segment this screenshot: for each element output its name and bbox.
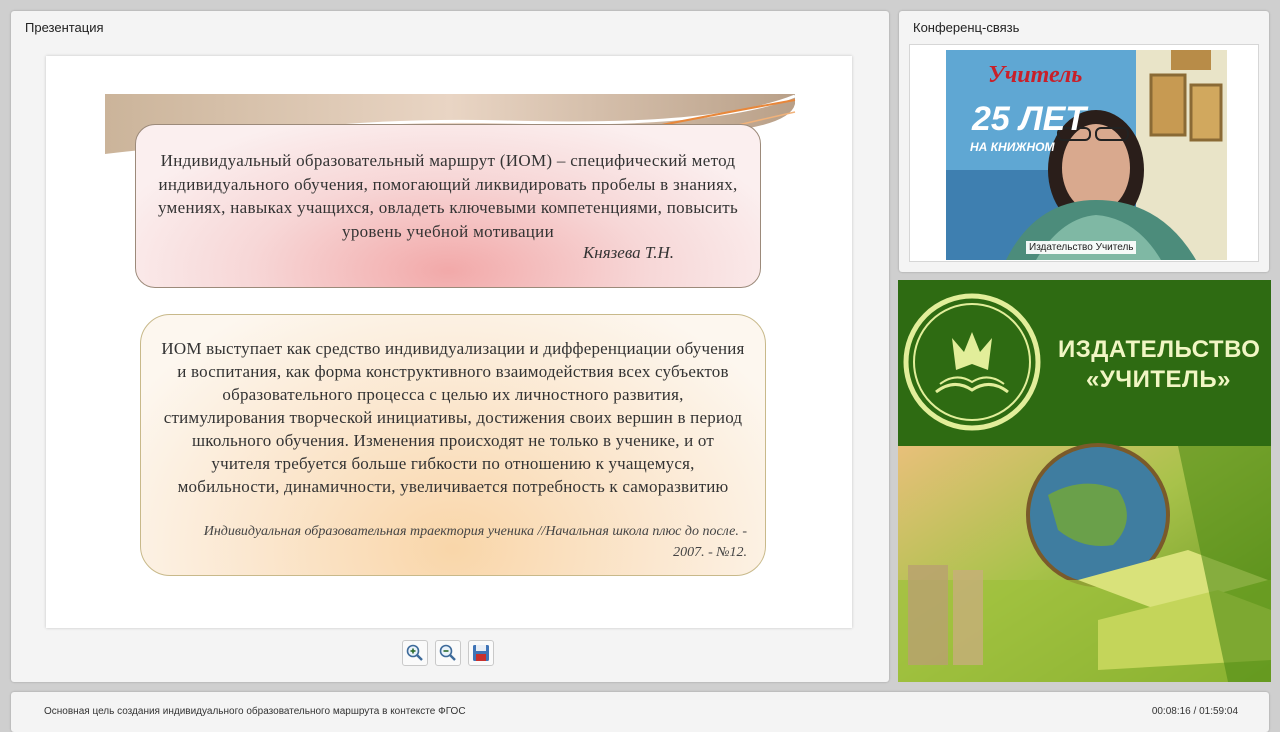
presentation-panel: Презентация Индивидуальный образовательн…: [11, 11, 889, 682]
definition-text: Индивидуальный образовательный маршрут (…: [157, 151, 739, 241]
zoom-out-icon: [439, 644, 456, 661]
video-feed: Учитель 25 ЛЕТ НА КНИЖНОМ Издательство У…: [946, 50, 1227, 260]
floppy-disk-icon: [473, 645, 489, 661]
footer-bar: Основная цель создания индивидуального о…: [11, 692, 1269, 732]
publisher-name-line2: «УЧИТЕЛЬ»: [1086, 366, 1231, 393]
publisher-banner: ИЗДАТЕЛЬСТВО «УЧИТЕЛЬ»: [898, 280, 1271, 682]
lecture-title: Основная цель создания индивидуального о…: [44, 706, 466, 717]
presentation-title: Презентация: [25, 20, 104, 35]
video-banner-subtitle: НА КНИЖНОМ: [970, 140, 1055, 154]
conference-title: Конференц-связь: [913, 20, 1020, 35]
video-banner-logo: Учитель: [988, 62, 1083, 88]
video-frame[interactable]: Учитель 25 ЛЕТ НА КНИЖНОМ Издательство У…: [909, 44, 1259, 262]
description-box: ИОМ выступает как средство индивидуализа…: [140, 314, 766, 576]
definition-box: Индивидуальный образовательный маршрут (…: [135, 124, 761, 288]
publisher-name-line1: ИЗДАТЕЛЬСТВО: [1058, 336, 1261, 363]
description-text: ИОМ выступает как средство индивидуализа…: [161, 339, 745, 496]
zoom-in-icon: [406, 644, 423, 661]
description-citation: Индивидуальная образовательная траектори…: [203, 524, 747, 560]
video-banner-anniversary: 25 ЛЕТ: [972, 100, 1087, 138]
save-button[interactable]: [468, 640, 494, 666]
playback-time: 00:08:16 / 01:59:04: [1151, 706, 1238, 717]
conference-panel: Конференц-связь Учитель 25 ЛЕТ НА КНИЖНО…: [899, 11, 1269, 272]
slide: Индивидуальный образовательный маршрут (…: [46, 56, 852, 628]
video-participant-label: Издательство Учитель: [1026, 241, 1137, 254]
definition-author: Князева Т.Н.: [583, 243, 674, 262]
zoom-out-button[interactable]: [435, 640, 461, 666]
zoom-in-button[interactable]: [402, 640, 428, 666]
